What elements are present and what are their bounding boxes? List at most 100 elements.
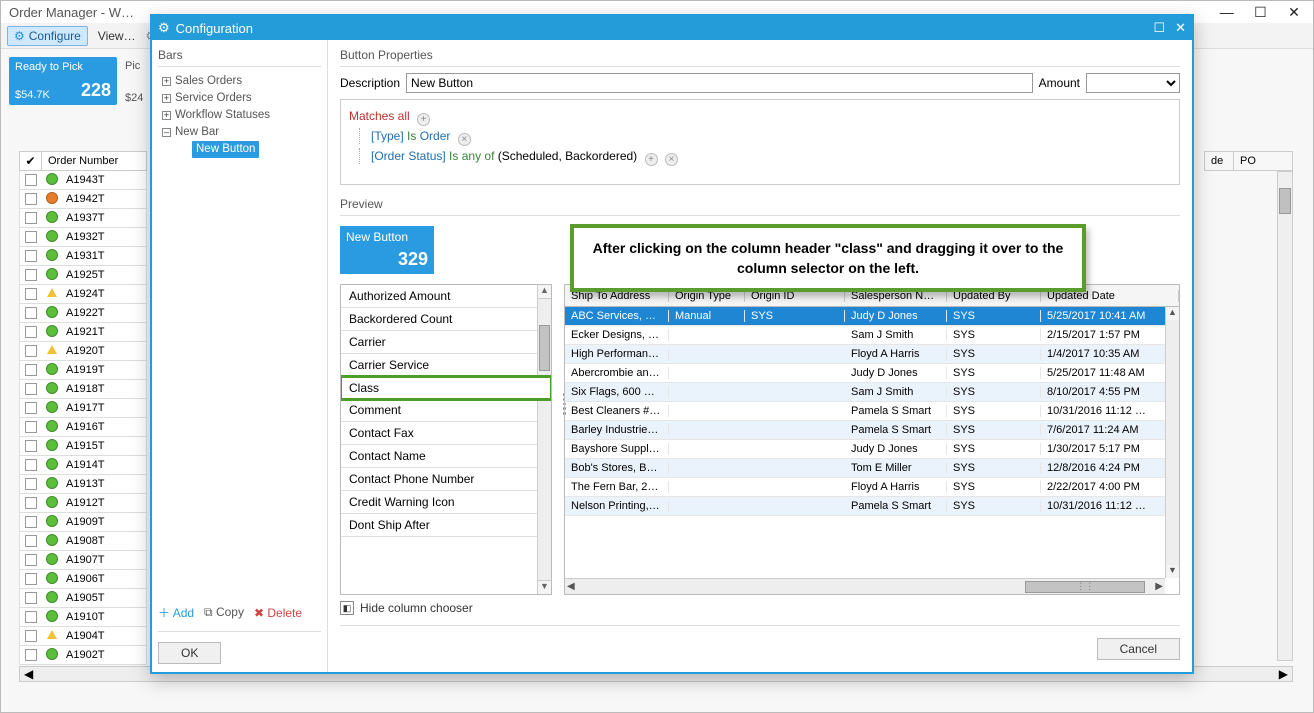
table-row[interactable]: A1925T [19, 266, 147, 285]
col-de[interactable]: de [1204, 151, 1234, 171]
configure-button[interactable]: ⚙ Configure [7, 26, 88, 46]
check-all-icon[interactable]: ✔ [20, 152, 42, 170]
table-row[interactable]: A1914T [19, 456, 147, 475]
row-checkbox[interactable] [25, 497, 37, 509]
table-row[interactable]: A1905T [19, 589, 147, 608]
close-icon[interactable]: ✕ [1279, 3, 1309, 21]
table-row[interactable]: A1910T [19, 608, 147, 627]
delete-button[interactable]: ✖ Delete [254, 606, 302, 620]
row-checkbox[interactable] [25, 307, 37, 319]
scroll-left-icon[interactable]: ◀ [567, 581, 575, 592]
table-row[interactable]: A1919T [19, 361, 147, 380]
row-checkbox[interactable] [25, 630, 37, 642]
amount-select[interactable] [1086, 73, 1180, 93]
table-row[interactable]: A1937T [19, 209, 147, 228]
table-row[interactable]: A1913T [19, 475, 147, 494]
expand-icon[interactable]: + [162, 94, 171, 103]
table-row[interactable]: Abercrombie an…Judy D JonesSYS5/25/2017 … [565, 364, 1179, 383]
row-checkbox[interactable] [25, 592, 37, 604]
scroll-down-icon[interactable]: ▼ [1166, 565, 1179, 578]
copy-button[interactable]: ⧉ Copy [204, 605, 244, 620]
rule-type[interactable]: [Type] Is Order × [349, 126, 1171, 146]
chooser-vscroll[interactable]: ▲ ▼ [537, 285, 551, 594]
column-chooser-item[interactable]: Backordered Count [341, 308, 551, 331]
table-row[interactable]: ABC Services, F…ManualSYSJudy D JonesSYS… [565, 307, 1179, 326]
column-chooser-item[interactable]: Authorized Amount [341, 285, 551, 308]
row-checkbox[interactable] [25, 212, 37, 224]
table-row[interactable]: High Performan…Floyd A HarrisSYS1/4/2017… [565, 345, 1179, 364]
row-checkbox[interactable] [25, 459, 37, 471]
row-checkbox[interactable] [25, 288, 37, 300]
table-row[interactable]: A1906T [19, 570, 147, 589]
maximize-icon[interactable]: ☐ [1245, 3, 1275, 21]
remove-rule-icon[interactable]: × [665, 153, 678, 166]
table-row[interactable]: Nelson Printing,…Pamela S SmartSYS10/31/… [565, 497, 1179, 516]
table-row[interactable]: A1942T [19, 190, 147, 209]
column-chooser-item[interactable]: Contact Phone Number [341, 468, 551, 491]
row-checkbox[interactable] [25, 174, 37, 186]
table-row[interactable]: A1912T [19, 494, 147, 513]
tree-node-workflow-statuses[interactable]: + Workflow Statuses [158, 107, 321, 124]
column-chooser-item[interactable]: Dont Ship After [341, 514, 551, 537]
cancel-button[interactable]: Cancel [1097, 638, 1180, 660]
row-checkbox[interactable] [25, 611, 37, 623]
dialog-maximize-icon[interactable]: ☐ [1153, 20, 1165, 36]
row-checkbox[interactable] [25, 193, 37, 205]
row-checkbox[interactable] [25, 649, 37, 661]
preview-vscroll[interactable]: ▲ ▼ [1165, 307, 1179, 578]
add-button[interactable]: ＋ Add [158, 604, 194, 621]
table-row[interactable]: A1916T [19, 418, 147, 437]
table-row[interactable]: A1924T [19, 285, 147, 304]
ready-to-pick-card[interactable]: Ready to Pick $54.7K 228 [9, 57, 117, 105]
expand-icon[interactable]: + [162, 77, 171, 86]
rule-matches[interactable]: Matches all + [349, 106, 1171, 126]
table-row[interactable]: A1904T [19, 627, 147, 646]
row-checkbox[interactable] [25, 516, 37, 528]
table-row[interactable]: A1922T [19, 304, 147, 323]
scroll-up-icon[interactable]: ▲ [538, 285, 551, 299]
table-row[interactable]: The Fern Bar, 2…Floyd A HarrisSYS2/22/20… [565, 478, 1179, 497]
table-row[interactable]: A1932T [19, 228, 147, 247]
scroll-right-icon[interactable]: ▶ [1155, 581, 1163, 592]
column-chooser-item[interactable]: Carrier Service [341, 354, 551, 377]
remove-rule-icon[interactable]: × [458, 133, 471, 146]
collapse-icon[interactable]: – [162, 128, 171, 137]
ok-button[interactable]: OK [158, 642, 221, 664]
rule-order-status[interactable]: [Order Status] Is any of (Scheduled, Bac… [349, 146, 1171, 166]
hide-column-chooser[interactable]: ◧ Hide column chooser [340, 601, 1180, 615]
table-row[interactable]: A1920T [19, 342, 147, 361]
minimize-icon[interactable]: — [1212, 3, 1242, 21]
scroll-left-icon[interactable]: ◀ [24, 667, 33, 681]
row-checkbox[interactable] [25, 535, 37, 547]
table-row[interactable]: A1915T [19, 437, 147, 456]
row-checkbox[interactable] [25, 573, 37, 585]
row-checkbox[interactable] [25, 345, 37, 357]
column-chooser-item[interactable]: Class [341, 375, 551, 401]
table-row[interactable]: Best Cleaners #…Pamela S SmartSYS10/31/2… [565, 402, 1179, 421]
row-checkbox[interactable] [25, 554, 37, 566]
row-checkbox[interactable] [25, 231, 37, 243]
scroll-down-icon[interactable]: ▼ [538, 580, 551, 594]
table-row[interactable]: A1918T [19, 380, 147, 399]
bars-tree[interactable]: + Sales Orders + Service Orders + Workfl… [158, 73, 321, 598]
table-row[interactable]: A1917T [19, 399, 147, 418]
table-row[interactable]: A1931T [19, 247, 147, 266]
scroll-up-icon[interactable]: ▲ [1166, 307, 1179, 320]
table-row[interactable]: A1902T [19, 646, 147, 665]
row-checkbox[interactable] [25, 269, 37, 281]
expand-icon[interactable]: + [162, 111, 171, 120]
col-order-number[interactable]: Order Number [42, 155, 118, 167]
dialog-close-icon[interactable]: ✕ [1175, 20, 1186, 36]
tree-node-sales-orders[interactable]: + Sales Orders [158, 73, 321, 90]
scroll-thumb[interactable] [539, 325, 550, 371]
table-row[interactable]: A1921T [19, 323, 147, 342]
scroll-thumb[interactable] [1279, 188, 1291, 214]
table-row[interactable]: A1943T [19, 171, 147, 190]
table-row[interactable]: Ecker Designs, …Sam J SmithSYS2/15/2017 … [565, 326, 1179, 345]
row-checkbox[interactable] [25, 383, 37, 395]
orders-vscroll[interactable] [1277, 171, 1293, 661]
table-row[interactable]: Barley Industrie…Pamela S SmartSYS7/6/20… [565, 421, 1179, 440]
row-checkbox[interactable] [25, 402, 37, 414]
table-row[interactable]: A1908T [19, 532, 147, 551]
add-rule-icon[interactable]: + [645, 153, 658, 166]
